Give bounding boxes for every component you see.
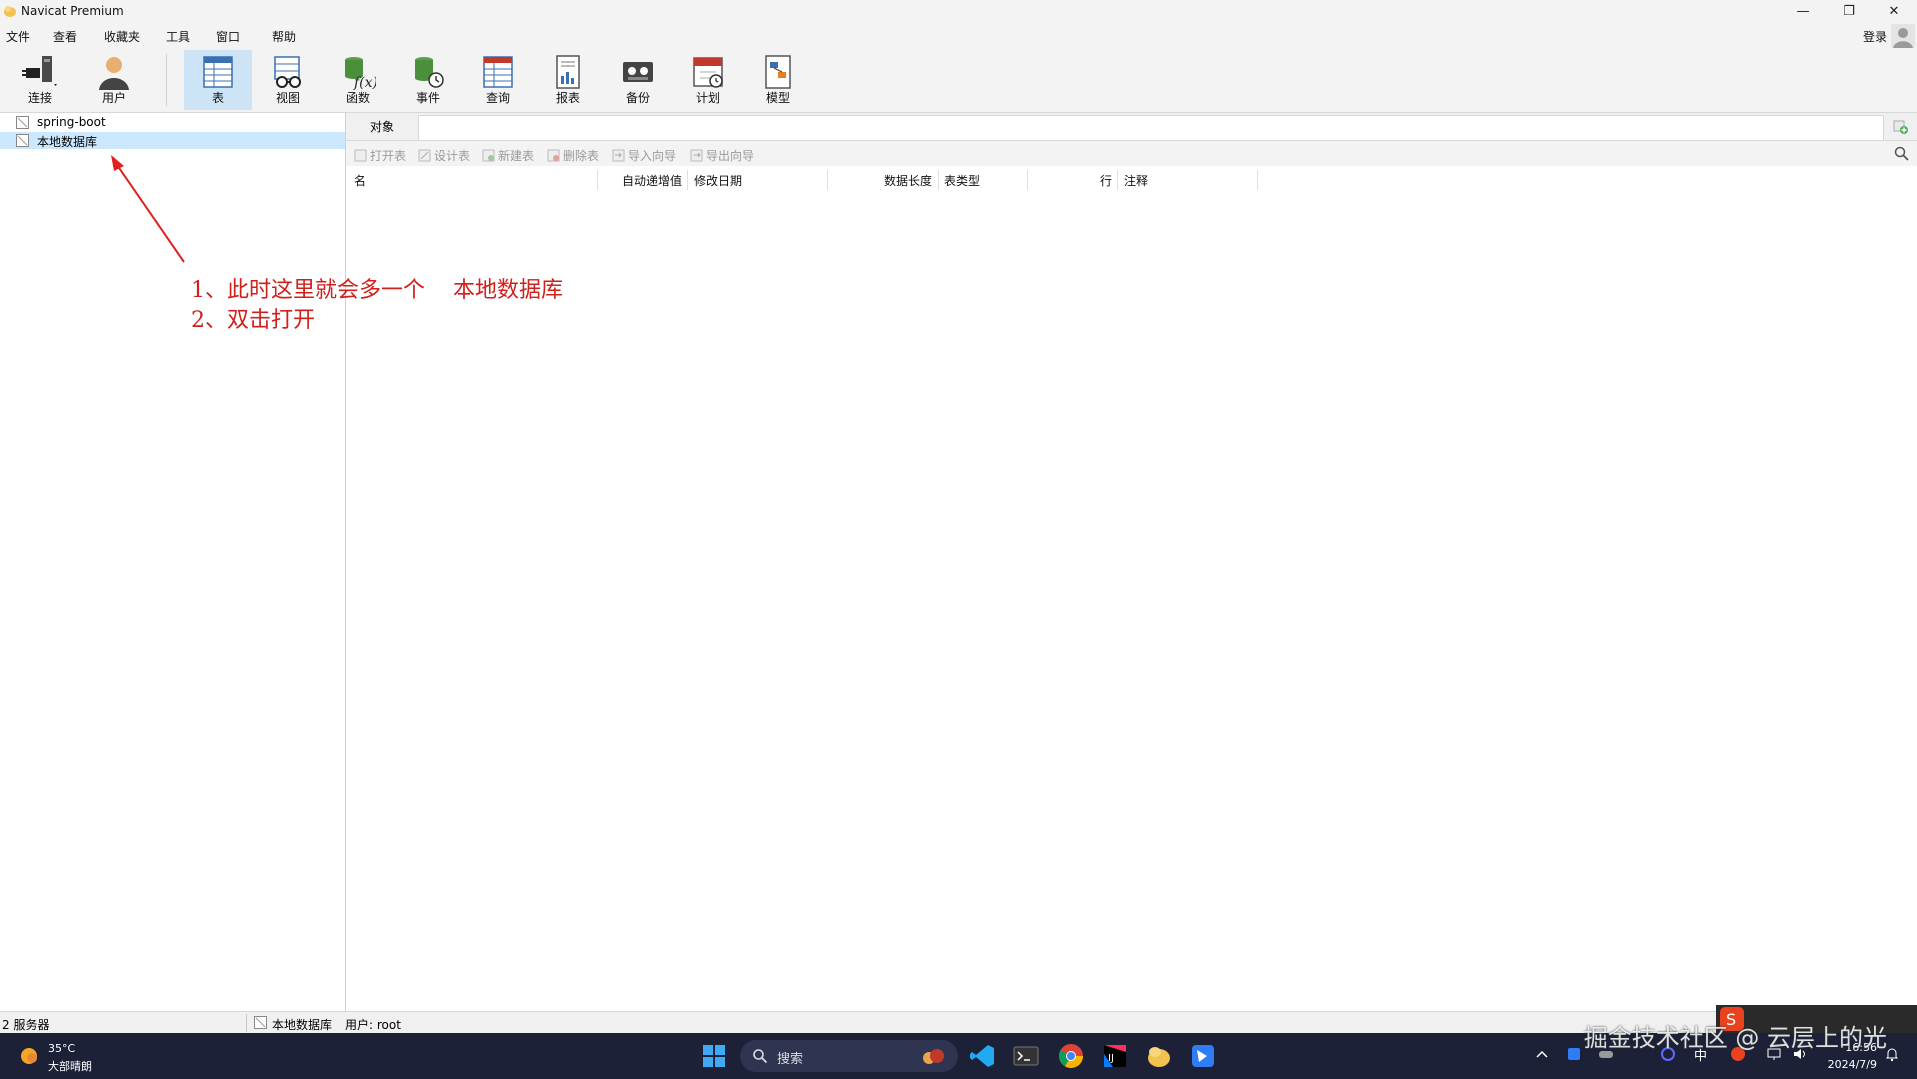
feishu-icon[interactable] [1189,1042,1217,1070]
search-highlight-icon [923,1049,944,1064]
tray-app-icon[interactable] [1566,1046,1582,1062]
weather-description: 大部晴朗 [48,1060,92,1073]
status-connection: 本地数据库 [272,1018,333,1032]
windows-start-icon[interactable] [700,1042,728,1070]
annotation-arrow [111,155,185,263]
watermark-text: 掘金技术社区 @ 云层上的光 [1583,1024,1887,1052]
tray-overflow-chevron-icon[interactable] [1534,1046,1550,1062]
terminal-icon[interactable] [1012,1042,1040,1070]
annotation-line-1: 1、此时这里就会多一个 本地数据库 [191,278,563,303]
svg-text:IJ: IJ [1108,1053,1114,1064]
vscode-icon[interactable] [968,1042,996,1070]
clock-date[interactable]: 2024/7/9 [1828,1058,1877,1071]
status-user: 用户: root [345,1018,401,1032]
weather-temperature: 35°C [48,1042,76,1055]
taskbar-search-box[interactable]: 搜索 [740,1040,958,1072]
connection-icon [254,1016,267,1029]
annotation-line-2: 2、双击打开 [191,308,315,333]
search-placeholder: 搜索 [777,1052,804,1067]
status-servers: 2 服务器 [2,1018,50,1032]
status-divider [246,1014,247,1032]
intellij-icon[interactable]: IJ [1101,1042,1129,1070]
search-icon [753,1049,768,1064]
chrome-icon[interactable] [1057,1042,1085,1070]
navicat-taskbar-icon[interactable] [1145,1042,1173,1070]
weather-sun-icon[interactable] [18,1045,40,1067]
